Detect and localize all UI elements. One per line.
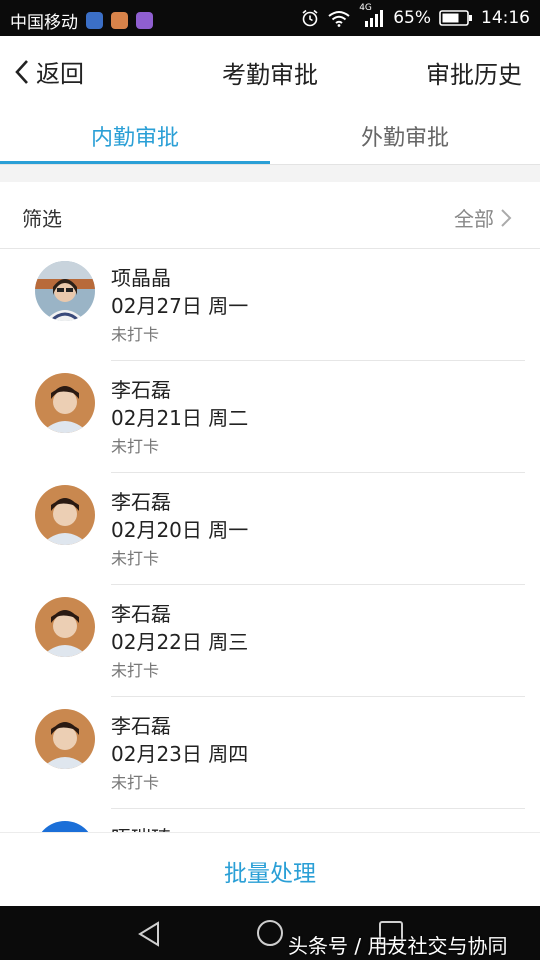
section-gap [0, 165, 540, 182]
wifi-icon [328, 11, 350, 27]
avatar-photo-icon [35, 709, 95, 769]
tab-field-approval[interactable]: 外勤审批 [270, 120, 540, 152]
employee-name: 项晶晶 [111, 266, 171, 290]
filter-value[interactable]: 全部 [454, 203, 512, 232]
cellular-signal: 4G [359, 3, 385, 27]
employee-name: 晤瑞琦 [111, 822, 171, 832]
list-item[interactable]: 晤瑞琦 [0, 809, 540, 832]
employee-name: 李石磊 [111, 714, 171, 738]
approval-history-button[interactable]: 审批历史 [426, 55, 522, 90]
avatar-photo-icon [35, 261, 95, 321]
nav-back-icon[interactable] [136, 920, 162, 948]
chevron-right-icon [501, 208, 512, 227]
list-item[interactable]: 李石磊 02月20日 周一 未打卡 [0, 473, 540, 585]
nav-bar: 返回 考勤审批 审批历史 [0, 36, 540, 103]
approval-list: 项晶晶 02月27日 周一 未打卡 李石磊 02月21日 周二 未打卡 李石磊 … [0, 249, 540, 832]
app-icon-gallery [136, 12, 153, 29]
filter-row[interactable]: 筛选 全部 [0, 182, 540, 249]
record-date: 02月22日 周三 [111, 630, 249, 654]
clock: 14:16 [481, 8, 530, 28]
battery-percent: 65% [393, 8, 431, 28]
list-item[interactable]: 李石磊 02月23日 周四 未打卡 [0, 697, 540, 809]
app-icon-map [86, 12, 103, 29]
record-status: 未打卡 [111, 437, 160, 456]
employee-name: 李石磊 [111, 490, 171, 514]
record-date: 02月21日 周二 [111, 406, 249, 430]
status-left: 中国移动 [10, 8, 153, 33]
record-status: 未打卡 [111, 549, 160, 568]
batch-process-button[interactable]: 批量处理 [0, 854, 540, 888]
avatar-photo-icon [35, 597, 95, 657]
employee-name: 李石磊 [111, 378, 171, 402]
record-date: 02月23日 周四 [111, 742, 249, 766]
alarm-icon [302, 9, 318, 27]
nav-home-icon[interactable] [256, 919, 284, 947]
avatar-photo-icon [35, 821, 95, 832]
tab-active-indicator [0, 161, 270, 164]
avatar [35, 821, 95, 832]
avatar-photo-icon [35, 373, 95, 433]
battery-icon [439, 10, 472, 26]
record-status: 未打卡 [111, 773, 160, 792]
employee-name: 李石磊 [111, 602, 171, 626]
filter-label: 筛选 [22, 207, 62, 231]
list-item[interactable]: 李石磊 02月21日 周二 未打卡 [0, 361, 540, 473]
avatar [35, 709, 95, 769]
avatar [35, 597, 95, 657]
avatar-photo-icon [35, 485, 95, 545]
list-item[interactable]: 李石磊 02月22日 周三 未打卡 [0, 585, 540, 697]
watermark: 头条号 / 用友社交与协同 [288, 934, 508, 958]
network-type: 4G [359, 3, 372, 13]
status-bar: 中国移动 4G 65% 14:16 [0, 0, 540, 36]
list-item[interactable]: 项晶晶 02月27日 周一 未打卡 [0, 249, 540, 361]
carrier-label: 中国移动 [10, 13, 78, 33]
tab-internal-approval[interactable]: 内勤审批 [0, 120, 270, 152]
bottom-action-bar: 批量处理 [0, 832, 540, 907]
filter-value-label: 全部 [454, 207, 494, 231]
avatar [35, 485, 95, 545]
record-status: 未打卡 [111, 325, 160, 344]
status-right: 4G 65% 14:16 [301, 3, 530, 28]
tab-bar: 内勤审批 外勤审批 [0, 102, 540, 165]
record-date: 02月20日 周一 [111, 518, 249, 542]
record-status: 未打卡 [111, 661, 160, 680]
avatar [35, 261, 95, 321]
app-icon-game [111, 12, 128, 29]
record-date: 02月27日 周一 [111, 294, 249, 318]
avatar [35, 373, 95, 433]
